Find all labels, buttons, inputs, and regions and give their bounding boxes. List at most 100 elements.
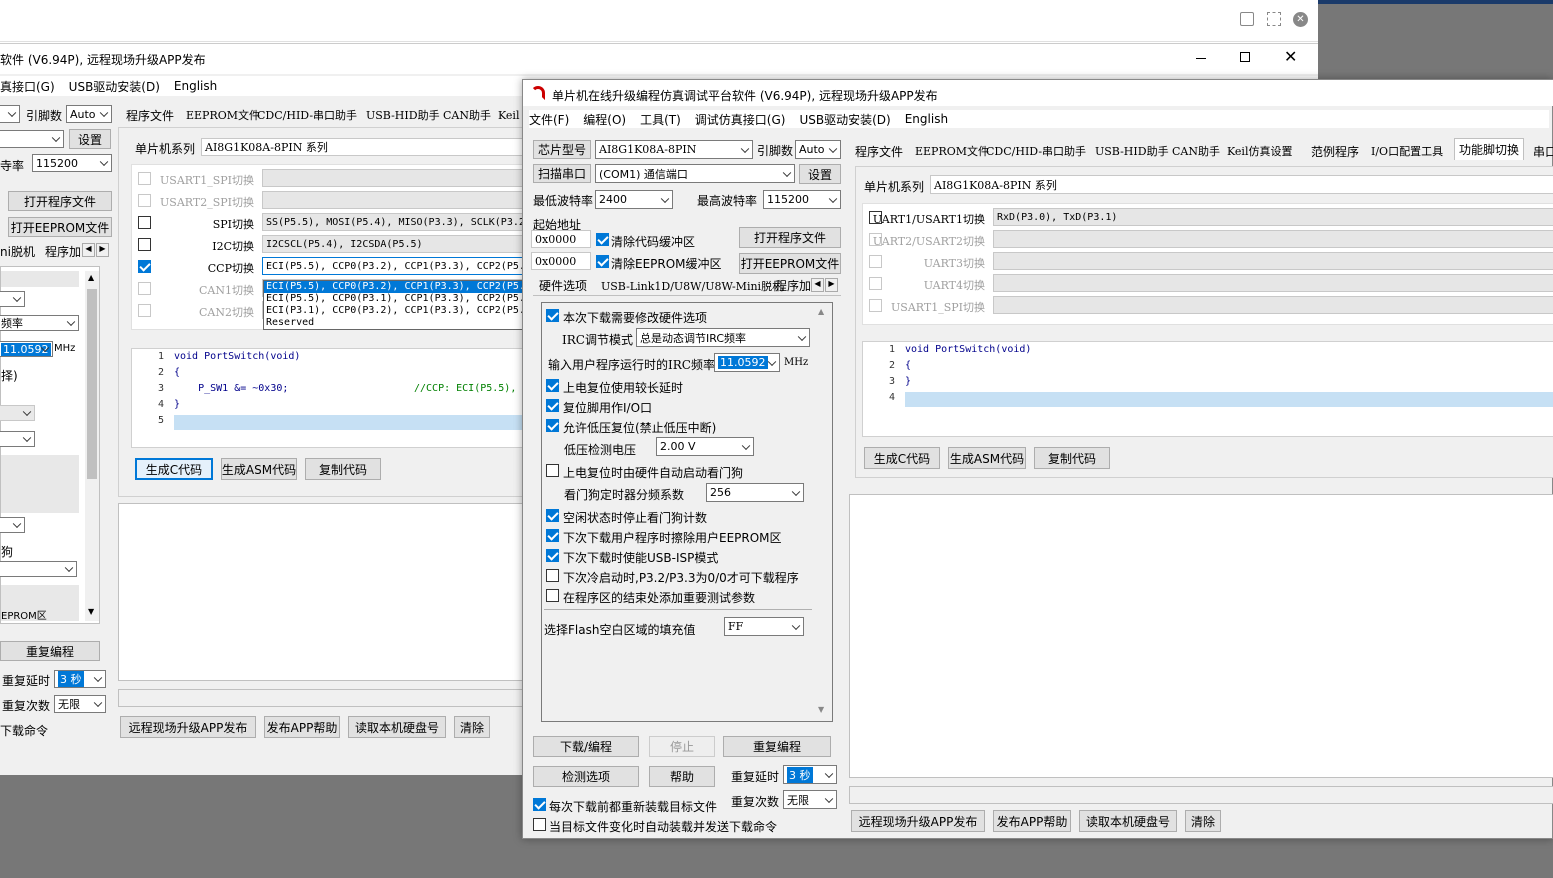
menu-english[interactable]: English (174, 79, 217, 93)
back-tab-can[interactable]: CAN助手 (443, 105, 491, 125)
back-open-eeprom-button[interactable]: 打开EEPROM文件 (8, 217, 112, 237)
close-viewer-icon[interactable]: ✕ (1293, 12, 1308, 27)
add-params-checkbox[interactable] (546, 589, 559, 602)
back-publish-button[interactable]: 远程现场升级APP发布 (120, 716, 256, 738)
max-baud-combo[interactable]: 115200 (763, 190, 841, 209)
wdt-div-combo[interactable]: 256 (706, 483, 804, 502)
hw-options-scrollbar[interactable]: ▲ ▼ (814, 305, 830, 719)
irc-mode-combo[interactable]: 总是动态调节IRC频率 (636, 328, 810, 347)
tab-usb-link[interactable]: USB-Link1D/U8W/U8W-Mini脱机 (601, 276, 783, 295)
tab-usb-hid[interactable]: USB-HID助手 (1095, 140, 1169, 162)
start-addr-field-1[interactable]: 0x0000 (531, 230, 591, 248)
code-editor[interactable]: 1 void PortSwitch(void) 2 {3} 4 (862, 341, 1553, 437)
back-code-editor[interactable]: 1 void PortSwitch(void) 2 {3 P_SW1 &= ~0x30… (131, 348, 525, 448)
tab-serial[interactable]: 串口 (1533, 140, 1553, 162)
hw-tab-right-icon[interactable]: ▶ (825, 278, 838, 292)
chip-model-button[interactable]: 芯片型号 (533, 140, 591, 159)
p32-checkbox[interactable] (546, 569, 559, 582)
help-button[interactable]: 帮助 (649, 766, 715, 787)
front-row-value[interactable]: RxD(P3.0), TxD(P3.1) (993, 208, 1553, 226)
min-baud-combo[interactable]: 2400 (595, 190, 673, 209)
back-reprogram-button[interactable]: 重复编程 (0, 641, 100, 661)
download-button[interactable]: 下载/编程 (533, 736, 639, 757)
open-program-button[interactable]: 打开程序文件 (739, 227, 841, 248)
lvr-checkbox[interactable] (546, 419, 559, 432)
fill-combo[interactable]: FF (724, 617, 804, 636)
menu-tools[interactable]: 工具(T) (640, 111, 681, 128)
tab-prog-encrypt[interactable]: 程序加 (775, 276, 811, 295)
fullscreen-icon[interactable] (1267, 12, 1281, 26)
tab-examples[interactable]: 范例程序 (1311, 140, 1359, 162)
publish-app-button[interactable]: 远程现场升级APP发布 (851, 810, 985, 832)
tab-scroll-right-icon[interactable]: ▶ (96, 243, 109, 257)
settings-button[interactable]: 设置 (799, 164, 841, 184)
back-row-value[interactable]: SS(P5.5), MOSI(P5.4), MISO(P3.3), SCLK(P… (262, 213, 532, 231)
back-row-checkbox[interactable] (138, 260, 151, 273)
clear-button[interactable]: 清除 (1185, 810, 1221, 832)
back-row-value[interactable]: ECI(P5.5), CCP0(P3.2), CCP1(P3.3), CCP2(… (262, 257, 532, 275)
clear-code-checkbox[interactable] (596, 233, 609, 246)
back-opt-combo-1[interactable] (0, 291, 25, 307)
reset-io-checkbox[interactable] (546, 399, 559, 412)
tab-scroll-left-icon[interactable]: ◀ (82, 243, 95, 257)
count-combo[interactable]: 无限 (783, 790, 837, 809)
open-eeprom-button[interactable]: 打开EEPROM文件 (739, 253, 841, 274)
back-row-checkbox[interactable] (138, 238, 151, 251)
back-publish-help-button[interactable]: 发布APP帮助 (264, 716, 340, 738)
usb-isp-checkbox[interactable] (546, 549, 559, 562)
stop-button[interactable]: 停止 (649, 736, 715, 757)
back-delay-combo[interactable]: 3 秒 (54, 670, 106, 688)
back-wdt-combo[interactable] (0, 561, 77, 577)
pins-combo[interactable]: Auto (795, 140, 841, 159)
modify-hw-checkbox[interactable] (546, 309, 559, 322)
reprogram-button[interactable]: 重复编程 (723, 736, 831, 757)
back-ccp-dropdown[interactable]: ECI(P5.5), CCP0(P3.2), CCP1(P3.3), CCP2(… (263, 280, 525, 330)
menu-usb[interactable]: USB驱动安装(D) (799, 111, 890, 128)
hw-tab-left-icon[interactable]: ◀ (811, 278, 824, 292)
tab-program-file[interactable]: 程序文件 (855, 140, 903, 162)
back-opt-combo-4[interactable] (0, 517, 25, 533)
menu-program[interactable]: 编程(O) (583, 111, 626, 128)
open-external-icon[interactable] (1240, 12, 1254, 26)
copy-code-button[interactable]: 复制代码 (1034, 447, 1110, 469)
back-gen-asm-button[interactable]: 生成ASM代码 (221, 458, 297, 480)
tab-eeprom-file[interactable]: EEPROM文件 (915, 140, 989, 162)
lvd-combo[interactable]: 2.00 V (656, 437, 754, 456)
back-clear-button[interactable]: 清除 (454, 716, 490, 738)
back-baud-combo[interactable]: 115200 (32, 154, 112, 172)
back-tab-eeprom[interactable]: EEPROM文件 (186, 105, 260, 125)
irc-freq-combo[interactable]: 11.0592 (714, 353, 780, 372)
dropdown-option-2[interactable]: ECI(P5.5), CCP0(P3.1), CCP1(P3.3), CCP2(… (264, 293, 524, 305)
long-delay-checkbox[interactable] (546, 379, 559, 392)
menu-usb[interactable]: USB驱动安装(D) (69, 78, 160, 95)
menu-english[interactable]: English (905, 112, 948, 126)
scroll-thumb[interactable] (87, 289, 97, 479)
back-opt-combo-2[interactable] (0, 405, 35, 421)
back-irc-mode-combo[interactable]: 频率 (0, 315, 79, 331)
back-row-value[interactable]: I2CSCL(P5.4), I2CSDA(P5.5) (262, 235, 532, 253)
scroll-down-icon[interactable]: ▼ (818, 705, 824, 714)
tab-can[interactable]: CAN助手 (1172, 140, 1220, 162)
gen-asm-button[interactable]: 生成ASM代码 (948, 447, 1026, 469)
close-icon[interactable]: ✕ (1284, 47, 1297, 66)
tab-hw-options[interactable]: 硬件选项 (539, 276, 587, 295)
delay-combo[interactable]: 3 秒 (783, 765, 837, 784)
back-pins-combo[interactable]: Auto (66, 105, 112, 123)
minimize-icon[interactable] (1196, 58, 1206, 59)
menu-debug[interactable]: 真接口(G) (0, 78, 55, 95)
back-tab-cdc[interactable]: CDC/HID-串口助手 (257, 105, 357, 125)
back-tab-program[interactable]: 程序文件 (126, 105, 174, 125)
menu-debug[interactable]: 调试仿真接口(G) (695, 111, 786, 128)
back-port-combo[interactable] (0, 130, 64, 148)
back-left-tab-prog[interactable]: 程序加 (45, 241, 81, 261)
scroll-down-icon[interactable]: ▼ (88, 607, 94, 616)
scan-port-button[interactable]: 扫描串口 (533, 164, 591, 183)
back-opt-combo-3[interactable] (0, 431, 35, 447)
back-read-disk-button[interactable]: 读取本机硬盘号 (348, 716, 446, 738)
check-options-button[interactable]: 检测选项 (533, 766, 639, 787)
back-gen-c-button[interactable]: 生成C代码 (135, 458, 213, 480)
tab-keil[interactable]: Keil仿真设置 (1227, 140, 1292, 162)
back-copy-button[interactable]: 复制代码 (305, 458, 381, 480)
dropdown-option-4[interactable]: Reserved (264, 317, 524, 329)
port-combo[interactable]: (COM1) 通信端口 (595, 164, 795, 183)
